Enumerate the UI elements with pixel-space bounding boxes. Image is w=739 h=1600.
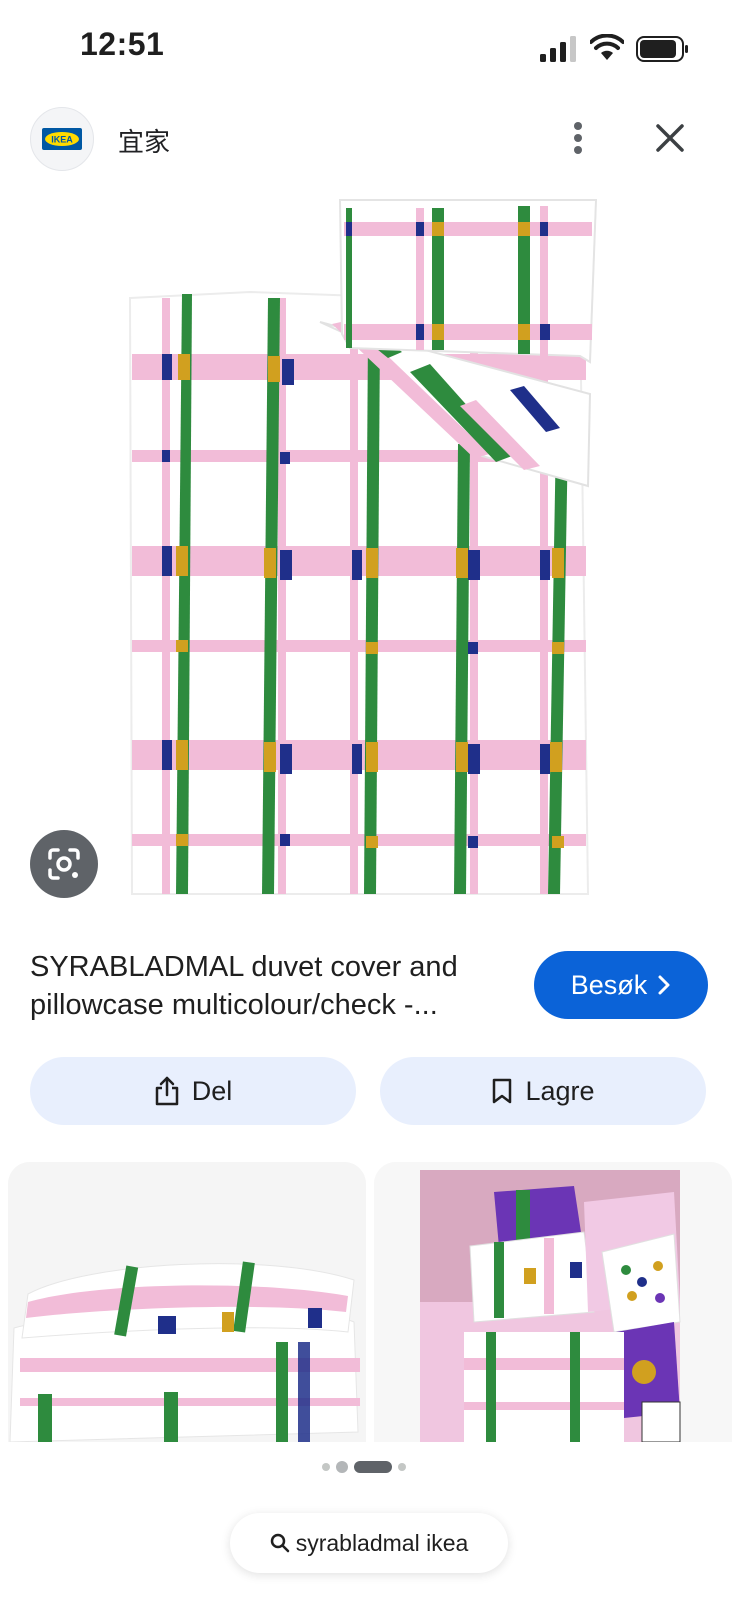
status-bar: 12:51 <box>0 0 739 96</box>
chevron-right-icon <box>658 975 670 995</box>
bookmark-icon <box>493 1078 512 1104</box>
related-image-card[interactable] <box>8 1162 366 1442</box>
pagination-dot[interactable] <box>336 1461 348 1473</box>
product-title[interactable]: SYRABLADMAL duvet cover and pillowcase m… <box>30 948 500 1024</box>
close-icon <box>656 124 684 152</box>
lens-search-button[interactable] <box>30 830 98 898</box>
search-icon <box>270 1533 289 1553</box>
pagination-dot-active[interactable] <box>354 1461 392 1473</box>
product-title-line-2: pillowcase multicolour/check -... <box>30 989 438 1021</box>
search-query-chip[interactable]: syrabladmal ikea <box>230 1513 508 1573</box>
site-avatar[interactable]: IKEA <box>30 107 94 171</box>
visit-button-label: Besøk <box>570 969 648 1000</box>
visit-button[interactable]: Besøk <box>534 951 708 1019</box>
save-button[interactable]: Lagre <box>380 1057 706 1125</box>
image-viewer-page: 12:51 IKEA 宜家 SYRABLADMAL duvet cover an… <box>0 0 739 1600</box>
image-pagination[interactable] <box>322 1460 406 1474</box>
signal-icon <box>540 36 576 62</box>
more-vertical-icon <box>574 122 582 154</box>
share-icon <box>155 1076 178 1106</box>
lens-icon <box>48 848 80 880</box>
share-button[interactable]: Del <box>30 1057 356 1125</box>
related-image-card[interactable] <box>374 1162 732 1442</box>
related-image-bed-scene <box>374 1162 732 1442</box>
save-button-label: Lagre <box>525 1075 595 1106</box>
svg-text:IKEA: IKEA <box>51 135 73 145</box>
search-query-text: syrabladmal ikea <box>295 1529 469 1556</box>
close-button[interactable] <box>648 114 692 162</box>
status-time: 12:51 <box>80 26 165 62</box>
product-image[interactable] <box>120 194 610 914</box>
pagination-dot[interactable] <box>398 1463 406 1471</box>
wifi-icon <box>590 34 624 60</box>
battery-icon <box>636 36 688 62</box>
pillow-illustration <box>338 199 598 364</box>
share-button-label: Del <box>191 1075 233 1106</box>
related-image-folded-set <box>8 1162 366 1442</box>
more-options-button[interactable] <box>556 114 600 162</box>
pagination-dot[interactable] <box>322 1463 330 1471</box>
ikea-logo-icon: IKEA <box>42 128 82 150</box>
source-header: IKEA 宜家 <box>0 104 739 172</box>
product-title-line-1: SYRABLADMAL duvet cover and <box>30 951 458 983</box>
site-name[interactable]: 宜家 <box>118 122 170 159</box>
